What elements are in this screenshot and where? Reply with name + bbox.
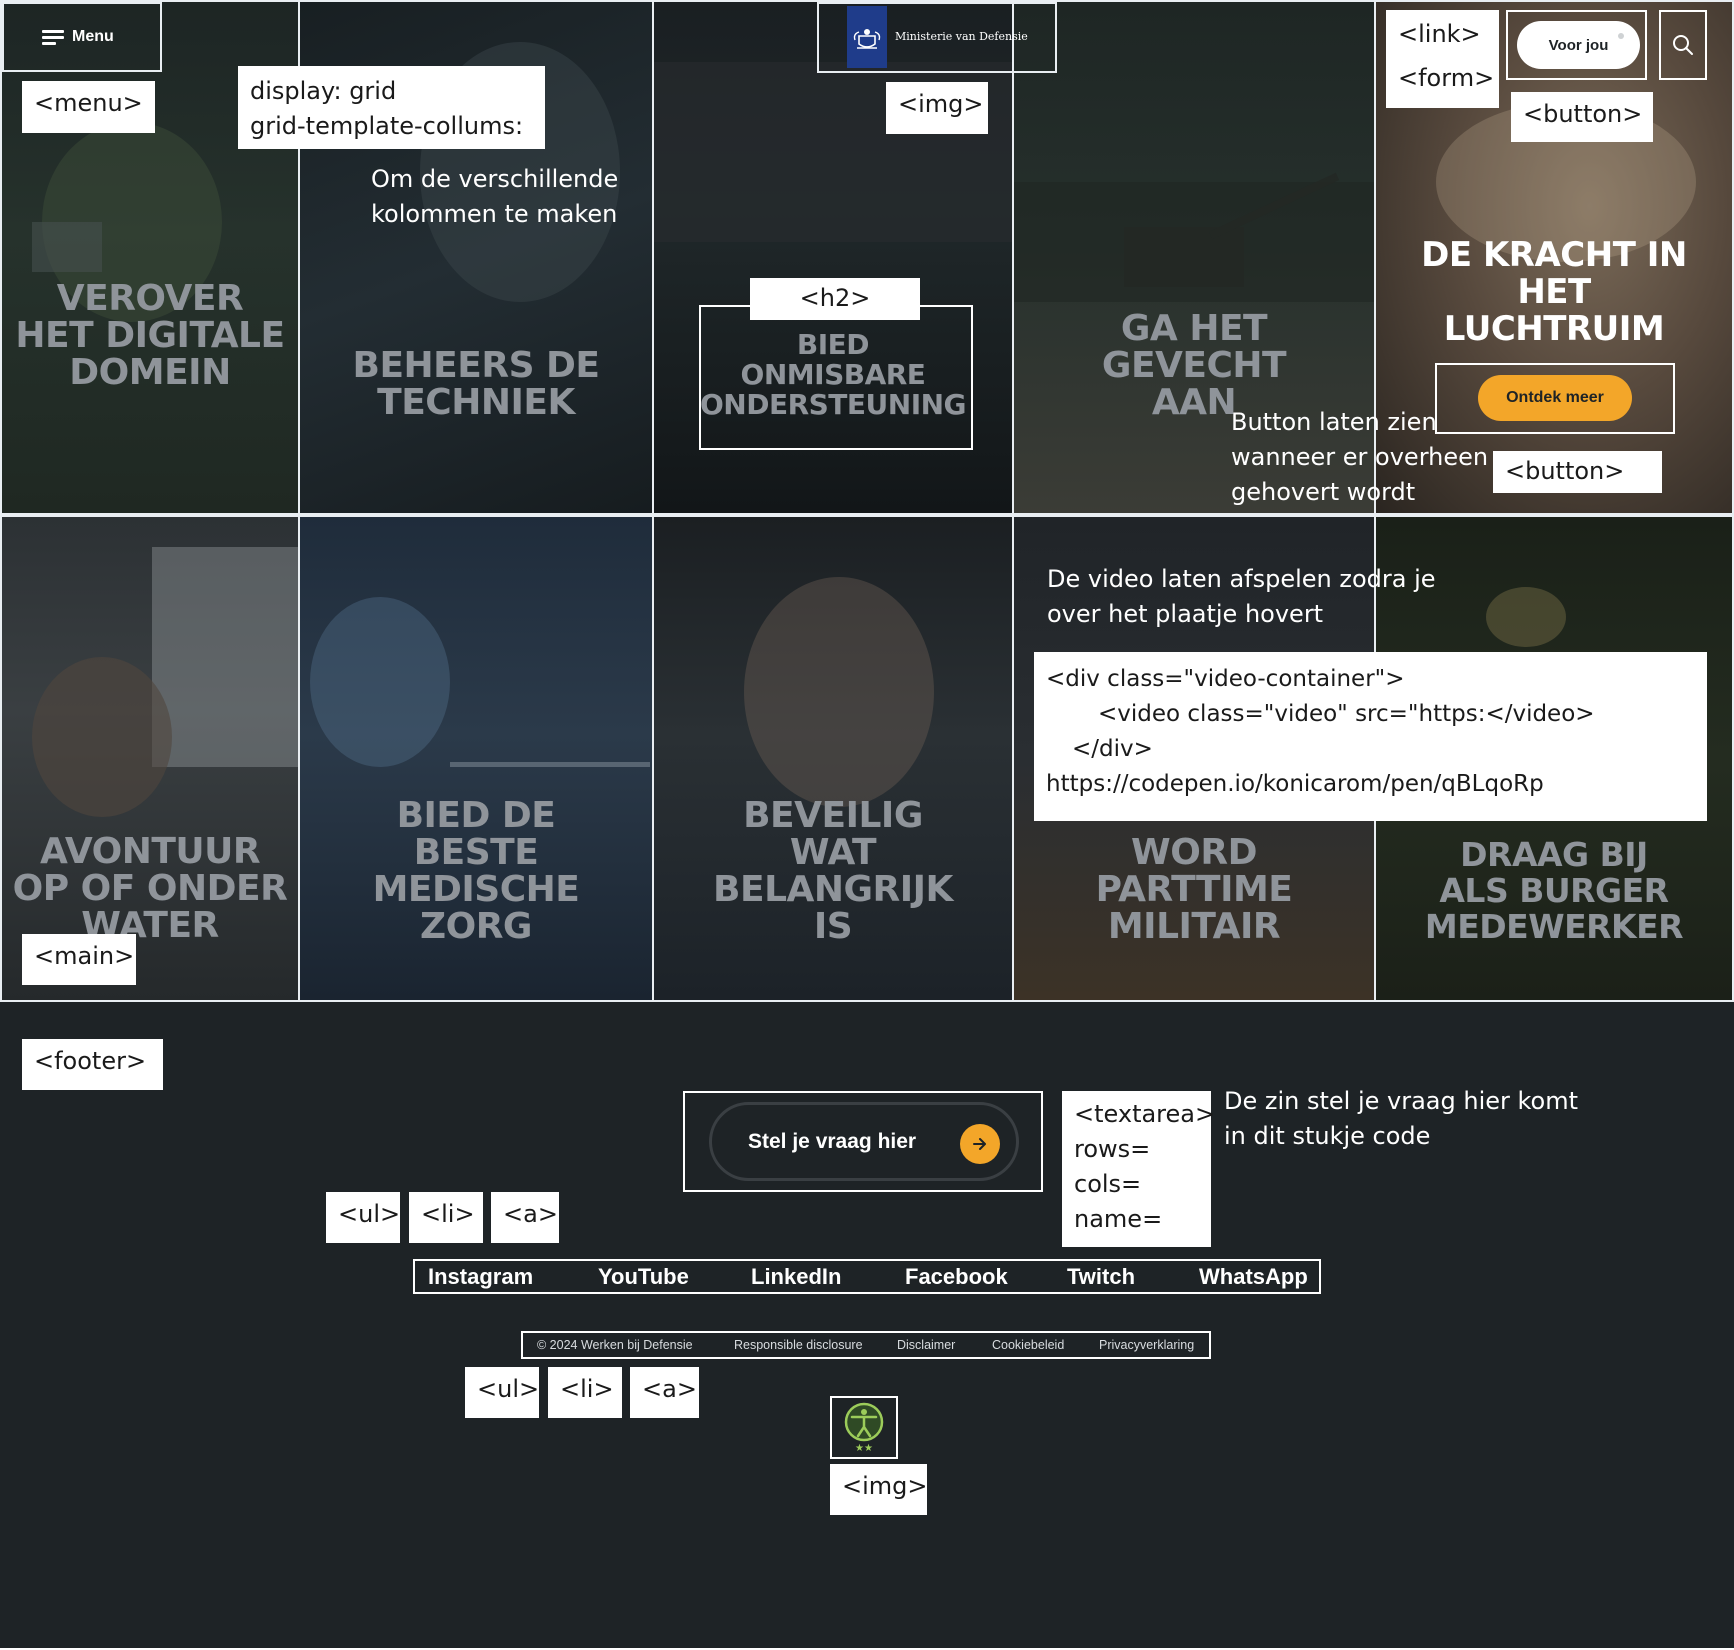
annotation-hover-note: Button laten zien wanneer er overheen geho… xyxy=(1231,408,1489,506)
annotation-li-social: <li> xyxy=(409,1192,483,1243)
annotation-textarea: <textarea> rows= cols= name= xyxy=(1062,1091,1215,1247)
social-links: Instagram YouTube LinkedIn Facebook Twit… xyxy=(413,1259,1321,1294)
tile-title: WORD PARTTIME MILITAIR xyxy=(1095,832,1293,947)
accessibility-icon: ★★ xyxy=(844,1402,884,1454)
tile-title: BIED DE BESTE MEDISCHE ZORG xyxy=(372,795,580,947)
tile-title: BEVEILIG WAT BELANGRIJK IS xyxy=(713,795,953,947)
annotation-main: <main> xyxy=(22,934,136,985)
ask-question-outline: Stel je vraag hier xyxy=(683,1091,1043,1192)
social-link-linkedin[interactable]: LinkedIn xyxy=(751,1261,841,1292)
annotation-img-top: <img> xyxy=(886,82,988,134)
annotation-a-legal: <a> xyxy=(630,1367,699,1418)
tile-title: DE KRACHT IN HET LUCHTRUIM xyxy=(1421,235,1687,349)
accessibility-badge[interactable]: ★★ xyxy=(830,1396,898,1459)
coat-of-arms-icon xyxy=(847,6,887,68)
annotation-button-top: <button> xyxy=(1511,92,1653,142)
tile-title: VEROVER HET DIGITALE DOMEIN xyxy=(15,278,285,393)
annotation-a-social: <a> xyxy=(491,1192,559,1243)
annotation-video-code: <div class="video-container"> <video cla… xyxy=(1034,652,1707,821)
voor-jou-label: Voor jou xyxy=(1548,36,1609,54)
annotation-textarea-note: De zin stel je vraag hier komt in dit stu… xyxy=(1224,1087,1579,1150)
ask-question-button[interactable]: Stel je vraag hier xyxy=(709,1102,1019,1181)
tile-title: BEHEERS DE TECHNIEK xyxy=(352,345,601,423)
notification-dot xyxy=(1618,33,1624,39)
legal-link-responsible-disclosure[interactable]: Responsible disclosure xyxy=(734,1333,863,1357)
ministerie-logo[interactable]: Ministerie van Defensie xyxy=(817,2,1057,73)
annotation-img-bottom: <img> xyxy=(830,1464,928,1515)
tile-title: DRAAG BIJ ALS BURGER MEDEWERKER xyxy=(1424,835,1684,946)
annotation-ul-social: <ul> xyxy=(326,1192,400,1243)
tile-medische-zorg[interactable]: BIED DE BESTE MEDISCHE ZORG xyxy=(298,515,654,1002)
social-link-youtube[interactable]: YouTube xyxy=(598,1261,689,1292)
ask-question-label: Stel je vraag hier xyxy=(748,1129,917,1153)
copyright: © 2024 Werken bij Defensie xyxy=(537,1338,693,1352)
hamburger-icon xyxy=(42,27,64,48)
social-link-whatsapp[interactable]: WhatsApp xyxy=(1199,1261,1308,1292)
logo-text: Ministerie van Defensie xyxy=(895,30,1028,43)
social-link-instagram[interactable]: Instagram xyxy=(428,1261,533,1292)
annotation-link-form: <link> <form> xyxy=(1386,10,1499,108)
legal-link-privacyverklaring[interactable]: Privacyverklaring xyxy=(1099,1333,1194,1357)
annotation-button-hover: <button> xyxy=(1493,451,1662,493)
legal-link-cookiebeleid[interactable]: Cookiebeleid xyxy=(992,1333,1064,1357)
annotation-li-legal: <li> xyxy=(548,1367,622,1418)
legal-link-disclaimer[interactable]: Disclaimer xyxy=(897,1333,955,1357)
ontdek-meer-button[interactable]: Ontdek meer xyxy=(1478,375,1632,421)
tile-title: AVONTUUR OP OF ONDER WATER xyxy=(12,831,288,946)
annotation-grid-note: Om de verschillende kolommen te maken xyxy=(371,165,619,228)
search-icon xyxy=(1673,35,1693,55)
social-link-twitch[interactable]: Twitch xyxy=(1067,1261,1135,1292)
menu-label: Menu xyxy=(72,28,114,45)
annotation-video-note: De video laten afspelen zodra je over het… xyxy=(1047,565,1436,628)
annotation-ul-legal: <ul> xyxy=(465,1367,539,1418)
search-button[interactable] xyxy=(1659,10,1707,80)
annotation-menu: <menu> xyxy=(22,81,155,133)
menu-button[interactable]: Menu xyxy=(2,2,162,72)
legal-links: © 2024 Werken bij Defensie Responsible d… xyxy=(521,1331,1211,1359)
page: VEROVER HET DIGITALE DOMEIN BEHEERS DE TECH… xyxy=(0,0,1734,1650)
voor-jou-form: Voor jou xyxy=(1506,10,1647,80)
annotation-grid: display: grid grid-template-collums: xyxy=(238,66,545,149)
tile-water[interactable]: AVONTUUR OP OF ONDER WATER xyxy=(0,515,300,1002)
social-link-facebook[interactable]: Facebook xyxy=(905,1261,1008,1292)
voor-jou-button[interactable]: Voor jou xyxy=(1517,21,1640,69)
tile-beveilig[interactable]: BEVEILIG WAT BELANGRIJK IS xyxy=(652,515,1014,1002)
arrow-right-icon xyxy=(960,1124,1000,1164)
h2-outline xyxy=(699,305,973,450)
annotation-footer: <footer> xyxy=(22,1039,163,1090)
svg-text:★★: ★★ xyxy=(855,1443,873,1454)
annotation-h2: <h2> xyxy=(750,278,920,320)
